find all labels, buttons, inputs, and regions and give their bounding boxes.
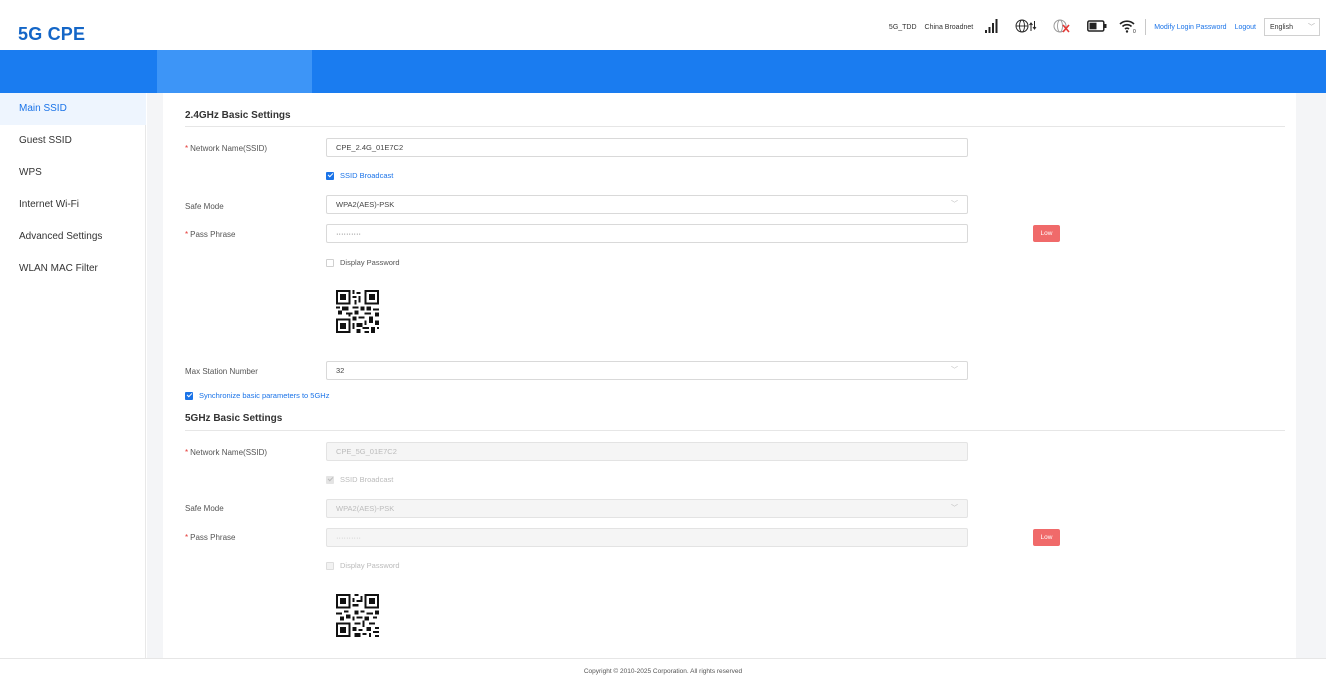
chevron-down-icon: ﹀ xyxy=(951,367,958,374)
safe-mode-value-5ghz: WPA2(AES)-PSK xyxy=(336,504,395,513)
qr-code-24ghz xyxy=(336,290,379,333)
ssid-broadcast-checkbox-5ghz[interactable]: SSID Broadcast xyxy=(326,475,393,484)
ssid-label-5ghz-text: Network Name(SSID) xyxy=(190,448,268,457)
chevron-down-icon: ﹀ xyxy=(1308,24,1315,31)
nav-item-advanced-set[interactable]: Advanced Set xyxy=(456,0,521,43)
nav-item-home[interactable]: Home xyxy=(33,0,61,43)
password-strength-badge-24ghz: Low xyxy=(1033,225,1060,242)
operator-name: China Broadnet xyxy=(924,23,974,31)
ssid-broadcast-label-5ghz: SSID Broadcast xyxy=(340,475,394,484)
language-select[interactable]: English ﹀ xyxy=(1264,18,1320,36)
footer-divider xyxy=(0,658,1326,659)
max-station-select[interactable]: 32 ﹀ xyxy=(326,361,968,380)
checkbox-checked-icon xyxy=(326,171,334,180)
battery-icon xyxy=(1087,20,1107,34)
pass-phrase-label-text: Pass Phrase xyxy=(190,230,236,239)
pass-phrase-label-5ghz-text: Pass Phrase xyxy=(190,533,236,542)
content-gutter-right xyxy=(1296,93,1326,658)
sync-5ghz-checkbox[interactable]: Synchronize basic parameters to 5GHz xyxy=(185,391,329,400)
display-password-checkbox-5ghz[interactable]: Display Password xyxy=(326,561,400,570)
pass-phrase-label: * Pass Phrase xyxy=(185,230,236,239)
display-password-label: Display Password xyxy=(340,258,400,267)
max-station-label: Max Station Number xyxy=(185,367,258,376)
sync-5ghz-label: Synchronize basic parameters to 5GHz xyxy=(199,391,330,400)
content-gutter-left xyxy=(147,93,163,658)
pass-phrase-input-24ghz[interactable]: ·········· xyxy=(326,224,968,243)
ssid-broadcast-label: SSID Broadcast xyxy=(340,171,394,180)
display-password-checkbox-24ghz[interactable]: Display Password xyxy=(326,258,400,267)
display-password-label-5ghz: Display Password xyxy=(340,561,400,570)
nav-item-quick-set[interactable]: Quick Set xyxy=(540,0,586,43)
sidebar-item-guest-ssid[interactable]: Guest SSID xyxy=(0,125,146,157)
nav-item-devices[interactable]: Devices xyxy=(246,0,283,43)
ssid-broadcast-checkbox-24ghz[interactable]: SSID Broadcast xyxy=(326,171,393,180)
chevron-down-icon: ﹀ xyxy=(951,201,958,208)
pass-phrase-input-5ghz[interactable]: ·········· xyxy=(326,528,968,547)
max-station-value: 32 xyxy=(336,366,345,375)
language-value: English xyxy=(1270,23,1293,31)
footer-copyright: Copyright © 2010-2025 Corporation. All r… xyxy=(583,668,743,675)
section-divider xyxy=(185,126,1285,127)
checkbox-disabled-icon xyxy=(326,561,334,570)
main-content: 2.4GHz Basic Settings * Network Name(SSID… xyxy=(163,93,1296,658)
ssid-input-24ghz[interactable]: CPE_2.4G_01E7C2 xyxy=(326,138,968,157)
qr-code-5ghz xyxy=(336,594,379,637)
modify-password-link[interactable]: Modify Login Password xyxy=(1154,24,1226,31)
section-title-24ghz: 2.4GHz Basic Settings xyxy=(185,110,291,121)
header-divider xyxy=(1145,19,1147,35)
pass-phrase-label-5ghz: * Pass Phrase xyxy=(185,533,236,542)
nav-item-wifi[interactable]: Wi-Fi xyxy=(181,0,206,43)
signal-icon xyxy=(985,19,999,35)
ssid-input-5ghz[interactable]: CPE_5G_01E7C2 xyxy=(326,442,968,461)
sidebar-item-wps[interactable]: WPS xyxy=(0,157,146,189)
logout-link[interactable]: Logout xyxy=(1235,24,1256,31)
safe-mode-label-5ghz: Safe Mode xyxy=(185,504,224,513)
safe-mode-select-5ghz[interactable]: WPA2(AES)-PSK ﹀ xyxy=(326,499,968,518)
sidebar-item-internet-wifi[interactable]: Internet Wi-Fi xyxy=(0,189,146,221)
nav-item-phonebook[interactable]: Phonebook xyxy=(402,0,455,43)
status-bar: 5G_TDD China Broadnet 0 Modify Login Pas… xyxy=(889,16,1320,38)
ssid-label: * Network Name(SSID) xyxy=(185,144,268,153)
no-sim-icon xyxy=(1053,19,1071,35)
ssid-label-text: Network Name(SSID) xyxy=(190,144,268,153)
safe-mode-label: Safe Mode xyxy=(185,202,224,211)
section-divider xyxy=(185,430,1285,431)
checkbox-checked-icon xyxy=(185,391,193,400)
sidebar: Main SSID Guest SSID WPS Internet Wi-Fi … xyxy=(0,93,146,658)
sidebar-item-advanced-settings[interactable]: Advanced Settings xyxy=(0,221,146,253)
nav-active-highlight xyxy=(157,50,312,93)
safe-mode-value: WPA2(AES)-PSK xyxy=(336,200,395,209)
svg-text:0: 0 xyxy=(1133,29,1136,34)
ssid-label-5ghz: * Network Name(SSID) xyxy=(185,448,268,457)
section-title-5ghz: 5GHz Basic Settings xyxy=(185,413,283,424)
password-strength-badge-5ghz: Low xyxy=(1033,529,1060,546)
checkbox-checked-disabled-icon xyxy=(326,475,334,484)
nav-item-sms[interactable]: SMS xyxy=(330,0,353,43)
chevron-down-icon: ﹀ xyxy=(951,505,958,512)
sidebar-item-wlan-mac-filter[interactable]: WLAN MAC Filter xyxy=(0,253,146,285)
sidebar-item-main-ssid[interactable]: Main SSID xyxy=(0,93,146,125)
network-type: 5G_TDD xyxy=(888,23,917,31)
wifi-icon: 0 xyxy=(1119,18,1137,36)
checkbox-unchecked-icon xyxy=(326,258,334,267)
internet-globe-icon xyxy=(1015,19,1037,35)
safe-mode-select-24ghz[interactable]: WPA2(AES)-PSK ﹀ xyxy=(326,195,968,214)
nav-item-network[interactable]: Network xyxy=(101,0,140,43)
